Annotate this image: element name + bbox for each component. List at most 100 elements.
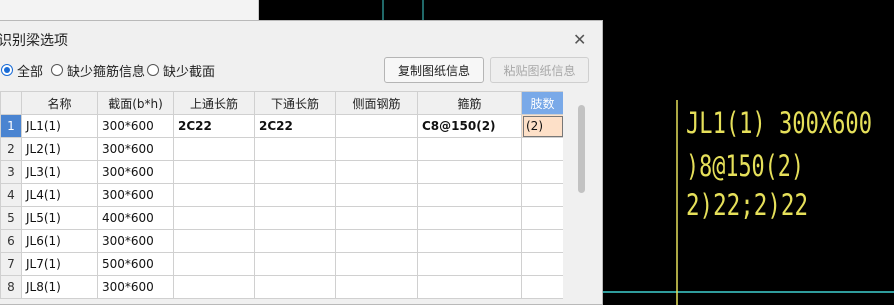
cell-name[interactable]: JL1(1)	[21, 114, 98, 138]
table-header-row: 名称 截面(b*h) 上通长筋 下通长筋 侧面钢筋 箍筋 肢数	[0, 91, 564, 115]
vertical-scrollbar[interactable]	[563, 91, 602, 304]
cell-legs[interactable]: (2)	[521, 114, 564, 138]
header-section[interactable]: 截面(b*h)	[97, 91, 174, 115]
cell-section[interactable]: 500*600	[97, 252, 174, 276]
row-number[interactable]: 6	[0, 229, 22, 253]
cell-side-bar[interactable]	[335, 275, 418, 299]
close-icon[interactable]: ✕	[573, 30, 586, 50]
row-number[interactable]: 1	[0, 114, 22, 138]
cad-annotation-line-2: )8@150(2)	[686, 149, 804, 183]
cell-section[interactable]: 400*600	[97, 206, 174, 230]
header-stirrup[interactable]: 箍筋	[417, 91, 522, 115]
cell-name[interactable]: JL7(1)	[21, 252, 98, 276]
cell-side-bar[interactable]	[335, 114, 418, 138]
cell-name[interactable]: JL4(1)	[21, 183, 98, 207]
filter-label-all: 全部	[17, 64, 44, 80]
cell-top-bar[interactable]	[173, 137, 255, 161]
cell-bottom-bar[interactable]	[254, 275, 336, 299]
cell-stirrup[interactable]	[417, 160, 522, 184]
cell-top-bar[interactable]	[173, 206, 255, 230]
radio-checked-icon	[1, 64, 13, 76]
cell-section[interactable]: 300*600	[97, 183, 174, 207]
cell-section[interactable]: 300*600	[97, 114, 174, 138]
cell-section[interactable]: 300*600	[97, 160, 174, 184]
table-row[interactable]: 4 JL4(1) 300*600	[0, 183, 564, 207]
cell-section[interactable]: 300*600	[97, 137, 174, 161]
cell-side-bar[interactable]	[335, 206, 418, 230]
cell-bottom-bar[interactable]	[254, 160, 336, 184]
cell-side-bar[interactable]	[335, 183, 418, 207]
background-window	[0, 0, 259, 20]
cell-legs[interactable]	[521, 252, 564, 276]
cell-top-bar[interactable]	[173, 160, 255, 184]
cell-legs[interactable]	[521, 275, 564, 299]
cad-annotation-line-3: 2)22;2)22	[686, 188, 808, 222]
row-number[interactable]: 4	[0, 183, 22, 207]
cell-section[interactable]: 300*600	[97, 275, 174, 299]
cell-top-bar[interactable]	[173, 183, 255, 207]
cell-stirrup[interactable]	[417, 183, 522, 207]
cell-top-bar[interactable]	[173, 275, 255, 299]
table-row[interactable]: 5 JL5(1) 400*600	[0, 206, 564, 230]
cell-top-bar[interactable]	[173, 252, 255, 276]
filter-radio-missing-section[interactable]: 缺少截面	[147, 61, 215, 80]
cell-bottom-bar[interactable]	[254, 137, 336, 161]
header-name[interactable]: 名称	[21, 91, 98, 115]
cell-legs[interactable]	[521, 160, 564, 184]
cell-stirrup[interactable]	[417, 206, 522, 230]
table-row[interactable]: 3 JL3(1) 300*600	[0, 160, 564, 184]
cell-name[interactable]: JL6(1)	[21, 229, 98, 253]
cell-bottom-bar[interactable]: 2C22	[254, 114, 336, 138]
table-row[interactable]: 8 JL8(1) 300*600	[0, 275, 564, 299]
cell-bottom-bar[interactable]	[254, 183, 336, 207]
radio-unchecked-icon	[51, 64, 63, 76]
cell-stirrup[interactable]	[417, 275, 522, 299]
cell-section[interactable]: 300*600	[97, 229, 174, 253]
cell-bottom-bar[interactable]	[254, 252, 336, 276]
cell-top-bar[interactable]: 2C22	[173, 114, 255, 138]
beam-table: 名称 截面(b*h) 上通长筋 下通长筋 侧面钢筋 箍筋 肢数 1 JL1(1)…	[0, 91, 564, 299]
filter-label-missing-stirrup: 缺少箍筋信息	[67, 64, 146, 80]
header-side-bar[interactable]: 侧面钢筋	[335, 91, 418, 115]
row-number[interactable]: 8	[0, 275, 22, 299]
cell-stirrup[interactable]	[417, 229, 522, 253]
row-number[interactable]: 7	[0, 252, 22, 276]
cell-stirrup[interactable]: C8@150(2)	[417, 114, 522, 138]
cell-side-bar[interactable]	[335, 229, 418, 253]
recognize-beam-options-dialog: 识别梁选项 ✕ 全部 缺少箍筋信息 缺少截面 复制图纸信息 粘贴图纸信息 名称 …	[0, 20, 603, 305]
scrollbar-thumb[interactable]	[578, 105, 585, 193]
cad-annotation-line-1: JL1(1) 300X600	[686, 106, 872, 140]
cell-bottom-bar[interactable]	[254, 206, 336, 230]
header-corner[interactable]	[0, 91, 22, 115]
cell-name[interactable]: JL8(1)	[21, 275, 98, 299]
cell-top-bar[interactable]	[173, 229, 255, 253]
cell-side-bar[interactable]	[335, 160, 418, 184]
copy-drawing-info-button[interactable]: 复制图纸信息	[384, 57, 484, 83]
dialog-title: 识别梁选项	[0, 33, 68, 49]
row-number[interactable]: 3	[0, 160, 22, 184]
cell-legs[interactable]	[521, 183, 564, 207]
filter-radio-missing-stirrup[interactable]: 缺少箍筋信息	[51, 61, 146, 80]
cell-legs[interactable]	[521, 206, 564, 230]
cell-side-bar[interactable]	[335, 137, 418, 161]
row-number[interactable]: 5	[0, 206, 22, 230]
header-legs[interactable]: 肢数	[521, 91, 564, 115]
header-top-bar[interactable]: 上通长筋	[173, 91, 255, 115]
cell-bottom-bar[interactable]	[254, 229, 336, 253]
table-row[interactable]: 7 JL7(1) 500*600	[0, 252, 564, 276]
paste-drawing-info-button[interactable]: 粘贴图纸信息	[490, 57, 589, 83]
table-row[interactable]: 1 JL1(1) 300*600 2C22 2C22 C8@150(2) (2)	[0, 114, 564, 138]
cell-name[interactable]: JL2(1)	[21, 137, 98, 161]
cell-name[interactable]: JL3(1)	[21, 160, 98, 184]
cell-stirrup[interactable]	[417, 137, 522, 161]
header-bottom-bar[interactable]: 下通长筋	[254, 91, 336, 115]
filter-radio-all[interactable]: 全部	[1, 61, 44, 80]
cell-name[interactable]: JL5(1)	[21, 206, 98, 230]
cell-stirrup[interactable]	[417, 252, 522, 276]
table-row[interactable]: 2 JL2(1) 300*600	[0, 137, 564, 161]
row-number[interactable]: 2	[0, 137, 22, 161]
cell-legs[interactable]	[521, 229, 564, 253]
table-row[interactable]: 6 JL6(1) 300*600	[0, 229, 564, 253]
cell-side-bar[interactable]	[335, 252, 418, 276]
cell-legs[interactable]	[521, 137, 564, 161]
